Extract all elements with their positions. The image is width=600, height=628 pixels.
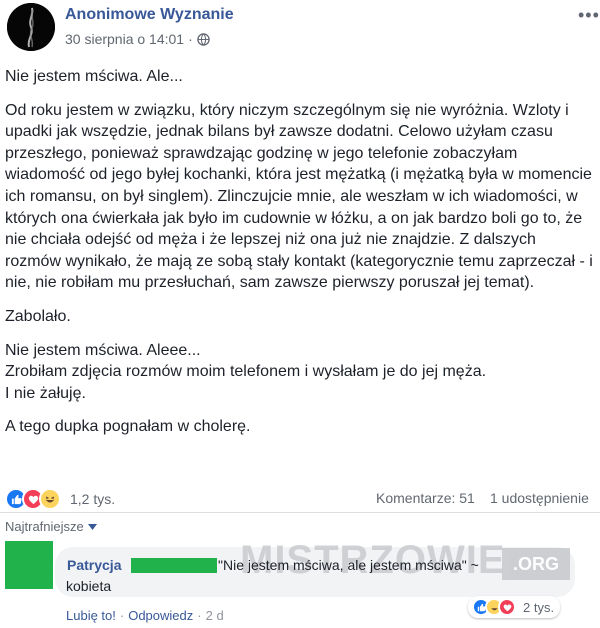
watermark-tld: .ORG	[502, 548, 570, 580]
post-meta: 30 sierpnia o 14:01 ·	[65, 31, 210, 47]
post-paragraph: Nie jestem mściwa. Ale...	[5, 68, 183, 85]
comment-reactions[interactable]: 2 tys.	[468, 596, 561, 618]
love-icon	[498, 598, 516, 616]
post-date[interactable]: 30 sierpnia o 14:01	[65, 31, 184, 47]
separator: ·	[197, 608, 202, 623]
divider	[0, 512, 600, 513]
comment-time[interactable]: 2 d	[206, 608, 224, 623]
comment-sort-dropdown[interactable]: Najtrafniejsze	[5, 519, 97, 534]
more-options-icon[interactable]: •••	[578, 6, 600, 24]
meta-separator: ·	[188, 31, 193, 47]
sort-label: Najtrafniejsze	[5, 519, 84, 534]
post-paragraph: Zabolało.	[5, 307, 71, 325]
comment-actions: Lubię to! · Odpowiedz · 2 d	[66, 608, 224, 623]
redacted-surname	[131, 558, 217, 573]
globe-icon[interactable]	[197, 32, 210, 46]
post-text: Nie jestem mściwa. Ale... Od roku jestem…	[5, 66, 595, 450]
comment-reaction-count: 2 tys.	[523, 599, 555, 615]
comment-text: kobieta	[66, 578, 112, 594]
post-paragraph: Nie jestem mściwa. Aleee... Zrobiłam zdj…	[5, 341, 487, 402]
comment-avatar[interactable]	[5, 541, 53, 589]
post-paragraph: Od roku jestem w związku, który niczym s…	[5, 101, 593, 292]
chevron-down-icon	[87, 523, 97, 530]
shares-count-link[interactable]: 1 udostępnienie	[490, 490, 589, 506]
comment-text: "Nie jestem mściwa, ale jestem mściwa" ~	[218, 557, 479, 573]
smoke-avatar-image	[7, 3, 55, 51]
page-avatar[interactable]	[7, 3, 55, 51]
reactions-summary[interactable]: 1,2 tys.	[5, 488, 115, 510]
page-name[interactable]: Anonimowe Wyznanie	[65, 6, 234, 24]
separator: ·	[119, 608, 125, 623]
comments-count-link[interactable]: Komentarze: 51	[376, 490, 475, 506]
haha-icon	[39, 488, 61, 510]
comment-author[interactable]: Patrycja	[67, 557, 121, 573]
comment-like-button[interactable]: Lubię to!	[66, 608, 116, 623]
post-paragraph: A tego dupka pognałam w cholerę.	[5, 418, 251, 436]
comment-reply-button[interactable]: Odpowiedz	[128, 608, 193, 623]
reaction-count[interactable]: 1,2 tys.	[70, 491, 115, 507]
